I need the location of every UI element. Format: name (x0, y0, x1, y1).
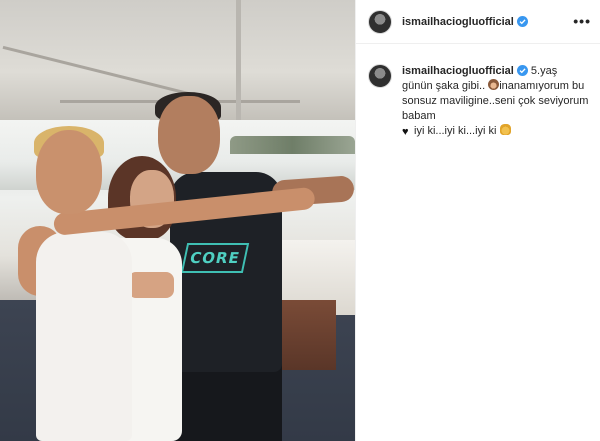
shirt-logo: CORE (180, 243, 250, 273)
woman-figure (36, 232, 132, 441)
girl-midriff (128, 272, 174, 298)
header-username-link[interactable]: ismailhaciogluofficial (402, 15, 528, 28)
man-head (158, 96, 220, 174)
more-options-icon[interactable]: ••• (573, 13, 591, 29)
woman-head (36, 130, 102, 214)
folded-hands-icon (499, 124, 511, 135)
caption-avatar[interactable] (368, 64, 392, 88)
post-side-panel: ismailhaciogluofficial ••• ismailhaciogl… (355, 0, 600, 441)
table-base (276, 300, 336, 370)
post-header: ismailhaciogluofficial ••• (356, 0, 600, 44)
caption-comment: ismailhaciogluofficial 5.yaş günün şaka … (368, 64, 593, 139)
instagram-post: CORE ismailhaciogluofficial ••• ismailha… (0, 0, 600, 441)
caption-text: ismailhaciogluofficial 5.yaş günün şaka … (402, 64, 590, 139)
black-heart-icon: ♥ (402, 126, 409, 138)
verified-badge-icon (516, 65, 528, 76)
avatar[interactable] (368, 9, 392, 34)
caption-line-3: iyi ki...iyi ki...iyi ki (414, 125, 497, 137)
verified-badge-icon (516, 15, 528, 27)
header-username[interactable]: ismailhaciogluofficial (402, 16, 514, 28)
shoreline (230, 136, 355, 154)
see-no-evil-monkey-icon (488, 79, 500, 90)
caption-username[interactable]: ismailhaciogluofficial (402, 65, 514, 77)
man-legs (174, 360, 282, 441)
post-photo[interactable]: CORE (0, 0, 355, 441)
